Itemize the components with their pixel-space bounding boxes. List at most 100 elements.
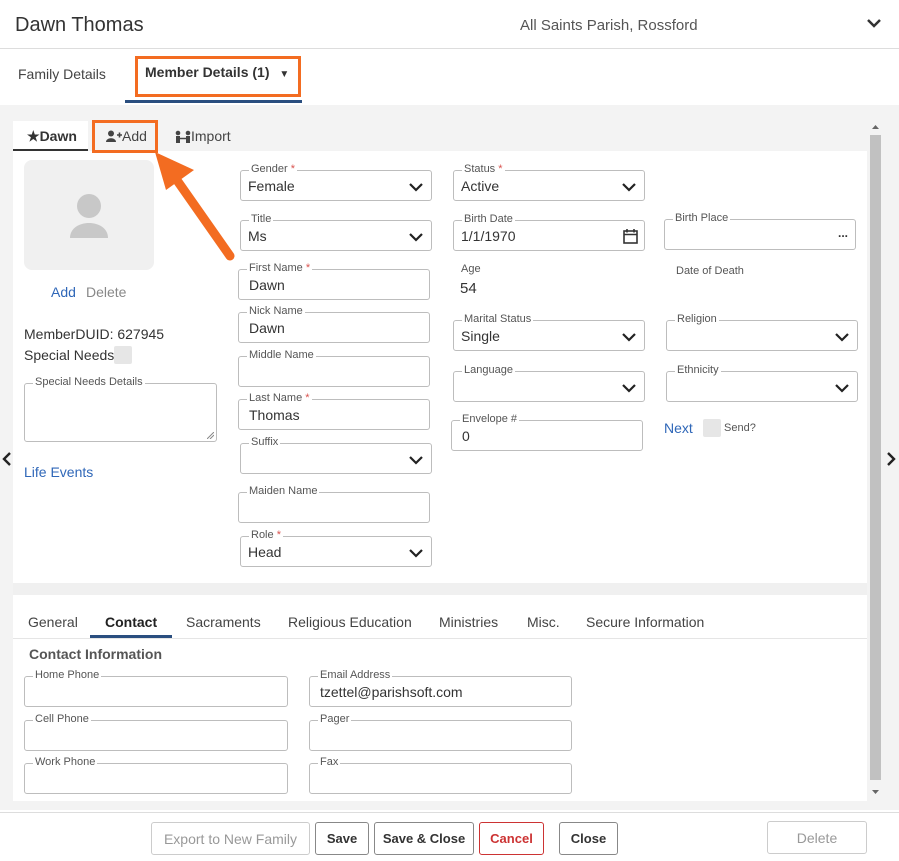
chevron-down-icon: [409, 456, 423, 465]
middle-name-label: Middle Name: [247, 349, 316, 361]
tab-family-details[interactable]: Family Details: [18, 66, 106, 82]
life-events-link[interactable]: Life Events: [24, 464, 93, 480]
language-select[interactable]: Language: [453, 364, 645, 402]
chevron-down-icon: [622, 183, 636, 192]
tab-misc[interactable]: Misc.: [527, 614, 560, 630]
envelope-number-field[interactable]: Envelope # 0: [451, 413, 643, 451]
work-phone-field[interactable]: Work Phone: [24, 756, 288, 794]
tab-member-dawn[interactable]: ★Dawn: [13, 121, 88, 151]
tab-contact[interactable]: Contact: [105, 614, 157, 630]
previous-arrow-icon[interactable]: [2, 452, 12, 466]
next-envelope-link[interactable]: Next: [664, 420, 693, 436]
nick-name-label: Nick Name: [247, 305, 305, 317]
export-to-new-family-button[interactable]: Export to New Family: [151, 822, 310, 855]
home-phone-field[interactable]: Home Phone: [24, 669, 288, 707]
pager-label: Pager: [318, 713, 352, 725]
next-arrow-icon[interactable]: [886, 452, 896, 466]
home-phone-label: Home Phone: [33, 669, 102, 681]
highlight-box-add: [92, 120, 158, 153]
send-checkbox[interactable]: [703, 419, 721, 437]
required-mark: *: [498, 163, 503, 175]
religion-select[interactable]: Religion: [666, 313, 858, 351]
email-address-value: tzettel@parishsoft.com: [320, 684, 463, 700]
pager-field[interactable]: Pager: [309, 713, 572, 751]
last-name-label: Last Name: [249, 392, 303, 404]
role-select[interactable]: Role * Head: [240, 529, 432, 567]
first-name-label: First Name: [249, 262, 303, 274]
age-label: Age: [461, 263, 481, 275]
nick-name-field[interactable]: Nick Name Dawn: [238, 305, 430, 343]
tab-sacraments[interactable]: Sacraments: [186, 614, 261, 630]
footer-divider: [0, 812, 899, 813]
import-users-icon: [175, 130, 191, 143]
cell-phone-field[interactable]: Cell Phone: [24, 713, 288, 751]
special-needs-checkbox[interactable]: [114, 346, 132, 364]
scrollbar-thumb[interactable]: [870, 135, 881, 780]
special-needs-details-field[interactable]: Special Needs Details: [24, 376, 217, 442]
title-select[interactable]: Title Ms: [240, 213, 432, 251]
marital-status-select[interactable]: Marital Status Single: [453, 313, 645, 351]
resize-handle-icon[interactable]: [207, 432, 214, 439]
chevron-down-icon[interactable]: [864, 16, 884, 32]
envelope-number-label: Envelope #: [460, 413, 520, 425]
ethnicity-select[interactable]: Ethnicity: [666, 364, 858, 402]
nick-name-value: Dawn: [249, 320, 285, 336]
suffix-label: Suffix: [249, 436, 281, 448]
delete-button[interactable]: Delete: [767, 821, 867, 854]
gender-value: Female: [248, 178, 295, 194]
tab-ministries[interactable]: Ministries: [439, 614, 498, 630]
birth-date-value: 1/1/1970: [461, 228, 516, 244]
scroll-down-icon[interactable]: [871, 788, 880, 796]
scroll-up-icon[interactable]: [871, 123, 880, 131]
last-name-field[interactable]: Last Name * Thomas: [238, 392, 430, 430]
chevron-down-icon: [622, 384, 636, 393]
save-button[interactable]: Save: [315, 822, 369, 855]
cancel-button[interactable]: Cancel: [479, 822, 544, 855]
chevron-down-icon: [409, 183, 423, 192]
gender-select[interactable]: Gender * Female: [240, 163, 432, 201]
photo-add-link[interactable]: Add: [51, 284, 76, 300]
fax-field[interactable]: Fax: [309, 756, 572, 794]
tab-general[interactable]: General: [28, 614, 78, 630]
annotation-arrow-icon: [155, 152, 235, 261]
birth-place-field[interactable]: Birth Place ...: [664, 212, 856, 250]
tab-member-dawn-label: Dawn: [39, 128, 77, 144]
email-address-field[interactable]: Email Address tzettel@parishsoft.com: [309, 669, 572, 707]
last-name-value: Thomas: [249, 407, 300, 423]
chevron-down-icon: [835, 333, 849, 342]
member-photo[interactable]: [24, 160, 154, 270]
user-avatar-icon: [70, 194, 108, 238]
section-divider: [13, 583, 867, 595]
contact-information-heading: Contact Information: [29, 646, 162, 662]
birth-date-label: Birth Date: [462, 213, 515, 225]
language-label: Language: [462, 364, 515, 376]
highlight-box-member-details: [135, 56, 301, 97]
send-label: Send?: [724, 422, 756, 434]
title-value: Ms: [248, 228, 267, 244]
parish-name: All Saints Parish, Rossford: [520, 17, 698, 34]
tab-bar-line: [13, 638, 867, 639]
member-duid: MemberDUID: 627945: [24, 326, 165, 342]
status-value: Active: [461, 178, 500, 194]
chevron-down-icon: [835, 384, 849, 393]
calendar-icon[interactable]: [623, 228, 638, 244]
role-label: Role: [251, 529, 274, 541]
status-select[interactable]: Status * Active: [453, 163, 645, 201]
cell-phone-label: Cell Phone: [33, 713, 91, 725]
tab-religious-education[interactable]: Religious Education: [288, 614, 412, 630]
birth-date-field[interactable]: Birth Date 1/1/1970: [453, 213, 645, 251]
more-options-icon[interactable]: ...: [838, 226, 848, 240]
maiden-name-field[interactable]: Maiden Name: [238, 485, 430, 523]
middle-name-field[interactable]: Middle Name: [238, 349, 430, 387]
chevron-down-icon: [622, 333, 636, 342]
photo-delete-link[interactable]: Delete: [86, 284, 126, 300]
save-and-close-button[interactable]: Save & Close: [374, 822, 474, 855]
first-name-field[interactable]: First Name * Dawn: [238, 262, 430, 300]
close-button[interactable]: Close: [559, 822, 618, 855]
email-address-label: Email Address: [318, 669, 393, 681]
tab-secure-information[interactable]: Secure Information: [586, 614, 704, 630]
suffix-select[interactable]: Suffix: [240, 436, 432, 474]
title-label: Title: [249, 213, 274, 225]
active-tab-underline: [125, 100, 302, 103]
import-member-tab[interactable]: Import: [163, 121, 249, 151]
